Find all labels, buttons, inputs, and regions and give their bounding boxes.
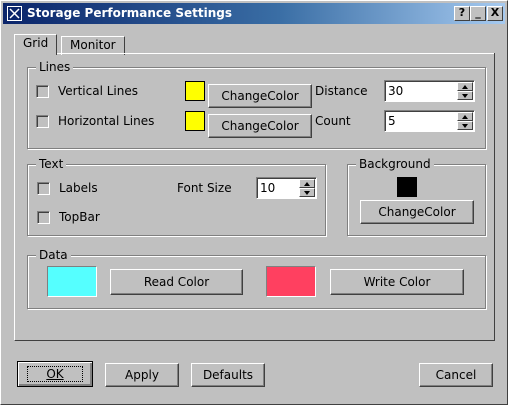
window-title: Storage Performance Settings [27,6,232,20]
distance-spin-arrows [457,82,473,100]
help-button[interactable]: ? [454,6,470,21]
font-size-up-arrow-icon[interactable] [299,179,315,188]
vertical-lines-label: Vertical Lines [58,84,138,98]
distance-spinbox[interactable] [384,80,475,102]
font-size-down-arrow-icon[interactable] [299,188,315,197]
ok-button[interactable]: OK [17,361,93,387]
distance-input[interactable] [388,83,454,99]
write-color-button[interactable]: Write Color [330,269,464,295]
lines-group-title: Lines [36,60,74,74]
font-size-spinbox[interactable] [256,177,317,199]
tab-grid[interactable]: Grid [14,34,58,56]
horizontal-lines-color-swatch [185,111,205,131]
topbar-checkbox[interactable] [37,211,50,224]
write-color-swatch [266,266,316,297]
horizontal-lines-checkbox[interactable] [36,115,49,128]
font-size-input[interactable] [260,180,298,196]
horizontal-change-color-button[interactable]: ChangeColor [208,114,312,138]
tab-monitor-label: Monitor [70,38,116,52]
distance-label: Distance [315,84,368,98]
vertical-change-color-button[interactable]: ChangeColor [208,84,312,108]
count-spinbox[interactable] [384,110,475,132]
background-color-swatch [397,177,417,197]
text-group: Text [27,157,326,236]
defaults-button[interactable]: Defaults [191,363,265,387]
font-size-spin-arrows [299,179,315,197]
distance-down-arrow-icon[interactable] [457,91,473,100]
close-button[interactable]: X [487,6,503,21]
app-icon [7,6,22,21]
settings-window: Storage Performance Settings ? _ X Grid … [0,0,508,405]
distance-up-arrow-icon[interactable] [457,82,473,91]
ok-button-label: OK [27,366,83,382]
apply-button[interactable]: Apply [105,363,179,387]
cancel-button[interactable]: Cancel [419,363,493,387]
text-group-title: Text [36,157,67,171]
count-label: Count [315,114,351,128]
minimize-button[interactable]: _ [470,6,486,21]
topbar-label: TopBar [59,210,100,224]
labels-checkbox[interactable] [37,182,50,195]
background-change-color-button[interactable]: ChangeColor [360,200,474,224]
data-group-title: Data [36,248,71,262]
horizontal-lines-label: Horizontal Lines [58,114,155,128]
read-color-button[interactable]: Read Color [110,269,243,295]
labels-label: Labels [59,181,98,195]
count-input[interactable] [388,113,454,129]
count-down-arrow-icon[interactable] [457,121,473,130]
background-group-title: Background [356,157,434,171]
tab-grid-label: Grid [23,36,49,50]
font-size-label: Font Size [177,181,232,195]
vertical-lines-color-swatch [185,81,205,101]
title-bar[interactable]: Storage Performance Settings ? _ X [3,3,505,24]
count-spin-arrows [457,112,473,130]
vertical-lines-checkbox[interactable] [36,85,49,98]
count-up-arrow-icon[interactable] [457,112,473,121]
read-color-swatch [47,266,97,297]
